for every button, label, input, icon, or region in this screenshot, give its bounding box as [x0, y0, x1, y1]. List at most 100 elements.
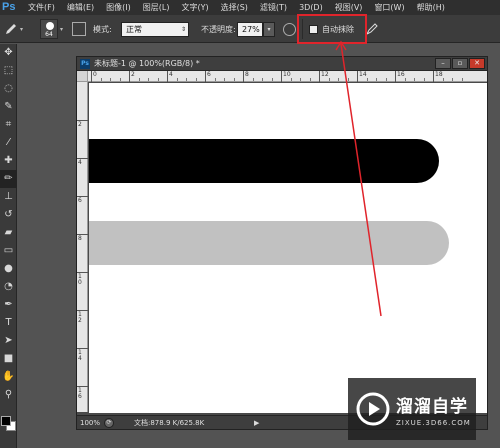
- annotation-highlight-box: [297, 14, 367, 44]
- document-tab[interactable]: Ps 未标题-1 @ 100%(RGB/8) * – ▫ ✕: [77, 57, 487, 71]
- lasso-tool-icon[interactable]: ◌: [0, 80, 17, 98]
- ruler-tick: [357, 71, 358, 82]
- eyedropper-tool-icon[interactable]: ⁄: [0, 134, 17, 152]
- ruler-minor-tick: [138, 78, 140, 81]
- menu-select[interactable]: 选择(S): [215, 0, 254, 15]
- opacity-input[interactable]: 27%: [237, 21, 263, 37]
- ruler-tick: [129, 71, 130, 82]
- menu-filter[interactable]: 滤镜(T): [254, 0, 293, 15]
- healing-tool-icon[interactable]: ✚: [0, 152, 17, 170]
- watermark: 溜溜自学 ZIXUE.3D66.COM: [348, 378, 476, 440]
- ruler-minor-tick: [110, 78, 111, 81]
- photoshop-logo: Ps: [2, 1, 16, 13]
- menu-window[interactable]: 窗口(W): [368, 0, 410, 15]
- maximize-button[interactable]: ▫: [452, 58, 468, 69]
- ruler-tick: [395, 71, 396, 82]
- eraser-tool-icon[interactable]: ▰: [0, 224, 17, 242]
- mode-select[interactable]: 正常 ⇕: [121, 21, 189, 37]
- ruler-minor-tick: [100, 78, 102, 81]
- ruler-tick-label: 18: [435, 71, 443, 78]
- menu-type[interactable]: 文字(Y): [175, 0, 214, 15]
- ruler-minor-tick: [176, 78, 178, 81]
- ruler-minor-tick: [233, 78, 235, 81]
- ruler-minor-tick: [366, 78, 368, 81]
- mode-value: 正常: [126, 24, 142, 34]
- ruler-origin[interactable]: [77, 71, 88, 82]
- ruler-tick: [281, 71, 282, 82]
- ruler-tick-label: 14: [78, 349, 82, 362]
- pressure-opacity-icon[interactable]: [283, 22, 296, 36]
- marquee-tool-icon[interactable]: ⬚: [0, 62, 17, 80]
- ruler-minor-tick: [423, 78, 425, 81]
- ruler-tick-label: 8: [245, 71, 249, 78]
- zoom-level[interactable]: 100%: [80, 419, 104, 427]
- ruler-tick-label: 4: [78, 159, 82, 166]
- menu-layer[interactable]: 图层(L): [137, 0, 176, 15]
- move-tool-icon[interactable]: ✥: [0, 44, 17, 62]
- minimize-button[interactable]: –: [435, 58, 451, 69]
- ruler-minor-tick: [271, 78, 273, 81]
- ruler-tick-label: 6: [78, 197, 82, 204]
- ruler-tick-label: 10: [283, 71, 291, 78]
- ruler-tick-label: 16: [397, 71, 405, 78]
- ruler-minor-tick: [224, 78, 225, 81]
- history-brush-tool-icon[interactable]: ↺: [0, 206, 17, 224]
- foreground-color[interactable]: [1, 416, 11, 426]
- vertical-ruler[interactable]: 2 4 6 8 10 12 14 16: [77, 82, 88, 412]
- close-button[interactable]: ✕: [469, 58, 485, 69]
- ruler-tick: [167, 71, 168, 82]
- zoom-tool-icon[interactable]: ⚲: [0, 386, 17, 404]
- type-tool-icon[interactable]: T: [0, 314, 17, 332]
- color-swatches[interactable]: [1, 416, 16, 431]
- quick-select-tool-icon[interactable]: ✎: [0, 98, 17, 116]
- ruler-minor-tick: [461, 78, 463, 81]
- menu-image[interactable]: 图像(I): [100, 0, 137, 15]
- ruler-tick: [433, 71, 434, 82]
- dodge-tool-icon[interactable]: ◔: [0, 278, 17, 296]
- gray-stroke: [89, 221, 449, 265]
- rectangle-tool-icon[interactable]: ■: [0, 350, 17, 368]
- status-info-icon[interactable]: ⟳: [104, 417, 114, 428]
- pencil-icon[interactable]: [4, 15, 18, 43]
- path-select-tool-icon[interactable]: ➤: [0, 332, 17, 350]
- ruler-minor-tick: [442, 78, 444, 81]
- pressure-size-icon[interactable]: [366, 15, 378, 43]
- ruler-minor-tick: [385, 78, 387, 81]
- menu-file[interactable]: 文件(F): [22, 0, 61, 15]
- horizontal-ruler[interactable]: 0 2 4 6 8 10 12 14 16 18: [88, 71, 487, 82]
- options-bar: ▾ 64 ▾ 模式: 正常 ⇕ 不透明度: 27% ▾ 自动抹除: [0, 15, 500, 43]
- opacity-value: 27%: [242, 24, 260, 34]
- menu-view[interactable]: 视图(V): [329, 0, 369, 15]
- menu-edit[interactable]: 编辑(E): [61, 0, 100, 15]
- black-stroke: [89, 139, 439, 183]
- document-window: Ps 未标题-1 @ 100%(RGB/8) * – ▫ ✕ 0 2 4 6 8 10 12…: [76, 56, 488, 430]
- gradient-tool-icon[interactable]: ▭: [0, 242, 17, 260]
- ruler-tick-label: 8: [78, 235, 82, 242]
- ruler-minor-tick: [262, 78, 263, 81]
- canvas[interactable]: [89, 83, 487, 413]
- ruler-tick: [205, 71, 206, 82]
- brush-size-value: 64: [45, 31, 53, 38]
- mode-label: 模式:: [93, 24, 112, 34]
- brush-size-picker[interactable]: 64: [40, 19, 58, 39]
- ruler-minor-tick: [252, 78, 254, 81]
- clone-stamp-tool-icon[interactable]: ⊥: [0, 188, 17, 206]
- pencil-tool-icon[interactable]: ✏: [0, 170, 17, 188]
- pen-tool-icon[interactable]: ✒: [0, 296, 17, 314]
- brush-picker-chevron-icon[interactable]: ▾: [60, 26, 63, 33]
- opacity-slider-toggle[interactable]: ▾: [263, 21, 275, 37]
- menu-help[interactable]: 帮助(H): [411, 0, 451, 15]
- crop-tool-icon[interactable]: ⌗: [0, 116, 17, 134]
- watermark-url: ZIXUE.3D66.COM: [396, 418, 471, 427]
- brush-panel-toggle-icon[interactable]: [72, 22, 86, 36]
- toolbox: ✥ ⬚ ◌ ✎ ⌗ ⁄ ✚ ✏ ⊥ ↺ ▰ ▭ ● ◔ ✒ T ➤ ■ ✋ ⚲: [0, 44, 17, 448]
- tool-preset-chevron-icon[interactable]: ▾: [20, 26, 23, 33]
- hand-tool-icon[interactable]: ✋: [0, 368, 17, 386]
- status-menu-arrow-icon[interactable]: ▶: [254, 419, 259, 427]
- ruler-minor-tick: [328, 78, 330, 81]
- ruler-minor-tick: [148, 78, 149, 81]
- menu-3d[interactable]: 3D(D): [293, 0, 329, 15]
- ruler-minor-tick: [186, 78, 187, 81]
- blur-tool-icon[interactable]: ●: [0, 260, 17, 278]
- ruler-minor-tick: [376, 78, 377, 81]
